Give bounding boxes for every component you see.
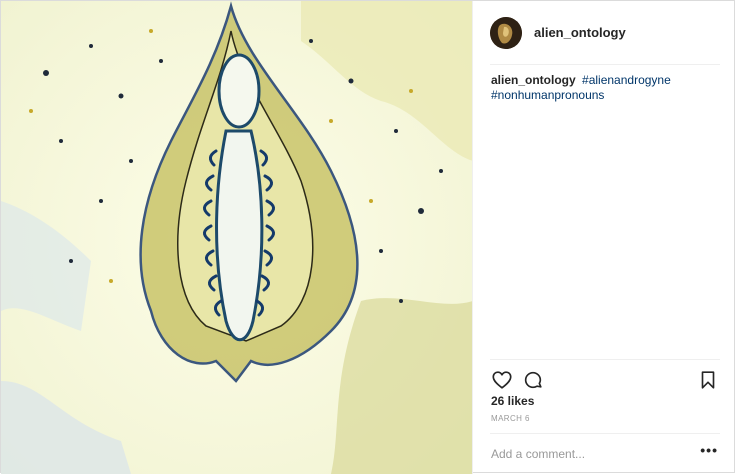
comment-form: ••• <box>490 433 720 474</box>
comment-input[interactable] <box>491 446 686 462</box>
post-caption: alien_ontology #alienandrogyne #nonhuman… <box>491 73 721 103</box>
hashtag-link[interactable]: #alienandrogyne <box>582 73 671 87</box>
avatar[interactable] <box>490 16 522 49</box>
post-date: MARCH 6 <box>491 414 530 423</box>
post-image[interactable] <box>1 1 473 474</box>
hashtag-link[interactable]: #nonhumanpronouns <box>491 88 604 102</box>
post-header: alien_ontology <box>490 16 720 65</box>
header-username[interactable]: alien_ontology <box>534 25 626 40</box>
post-image-artwork <box>1 1 472 474</box>
heart-icon[interactable] <box>491 369 513 391</box>
comment-bubble-icon[interactable] <box>522 369 544 391</box>
caption-username[interactable]: alien_ontology <box>491 73 576 87</box>
more-options-icon[interactable]: ••• <box>700 442 718 458</box>
bookmark-icon[interactable] <box>697 369 719 391</box>
likes-count[interactable]: 26 likes <box>491 394 534 408</box>
post-actions <box>490 359 720 395</box>
post-sidebar: alien_ontology alien_ontology #alienandr… <box>473 1 735 474</box>
post-modal: alien_ontology alien_ontology #alienandr… <box>0 0 735 474</box>
avatar-image <box>490 16 522 49</box>
